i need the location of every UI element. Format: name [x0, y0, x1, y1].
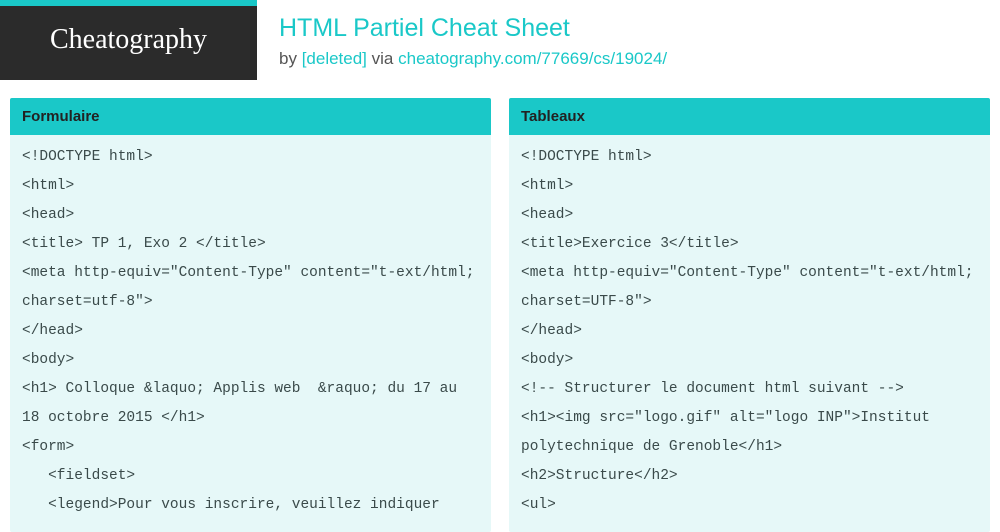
byline: by [deleted] via cheatography.com/77669/… [279, 49, 667, 69]
card-header-formulaire: Formulaire [10, 98, 491, 135]
page-title: HTML Partiel Cheat Sheet [279, 14, 667, 43]
source-link[interactable]: cheatography.com/77669/cs/19024/ [398, 49, 667, 68]
code-formulaire: <!DOCTYPE html> <html> <head> <title> TP… [10, 135, 491, 532]
page-header: Cheatography HTML Partiel Cheat Sheet by… [0, 0, 1000, 80]
card-formulaire: Formulaire <!DOCTYPE html> <html> <head>… [10, 98, 491, 532]
card-tableaux: Tableaux <!DOCTYPE html> <html> <head> <… [509, 98, 990, 532]
byline-via: via [367, 49, 398, 68]
byline-prefix: by [279, 49, 302, 68]
logo-text: Cheatography [50, 24, 207, 55]
code-tableaux: <!DOCTYPE html> <html> <head> <title>Exe… [509, 135, 990, 532]
columns: Formulaire <!DOCTYPE html> <html> <head>… [0, 80, 1000, 532]
logo-box: Cheatography [0, 0, 257, 80]
card-header-tableaux: Tableaux [509, 98, 990, 135]
author-link[interactable]: [deleted] [302, 49, 367, 68]
header-meta: HTML Partiel Cheat Sheet by [deleted] vi… [257, 0, 667, 69]
